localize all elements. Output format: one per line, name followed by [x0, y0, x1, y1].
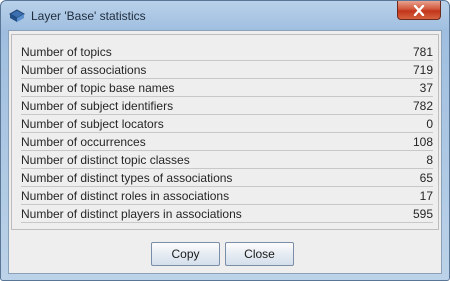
- stat-row-subject-locators: Number of subject locators 0: [21, 115, 433, 133]
- dialog-content: Number of topics 781 Number of associati…: [8, 30, 442, 274]
- stat-value: 595: [412, 207, 433, 221]
- stat-row-associations: Number of associations 719: [21, 61, 433, 79]
- stat-label: Number of distinct roles in associations: [21, 189, 230, 203]
- statistics-dialog: Layer 'Base' statistics Number of topics…: [0, 0, 450, 281]
- stat-row-subject-identifiers: Number of subject identifiers 782: [21, 97, 433, 115]
- stat-value: 37: [419, 81, 433, 95]
- stat-row-association-roles: Number of distinct roles in associations…: [21, 187, 433, 205]
- close-icon: [413, 4, 425, 16]
- statistics-panel: Number of topics 781 Number of associati…: [11, 34, 439, 230]
- title-bar[interactable]: Layer 'Base' statistics: [1, 1, 449, 30]
- stat-label: Number of occurrences: [21, 135, 146, 149]
- stat-label: Number of subject locators: [21, 117, 164, 131]
- close-button[interactable]: Close: [225, 242, 294, 266]
- stat-value: 8: [426, 153, 433, 167]
- stat-label: Number of distinct types of associations: [21, 171, 233, 185]
- stat-row-topic-base-names: Number of topic base names 37: [21, 79, 433, 97]
- stat-label: Number of distinct players in associatio…: [21, 207, 242, 221]
- stat-label: Number of topic base names: [21, 81, 175, 95]
- stat-value: 17: [419, 189, 433, 203]
- copy-button[interactable]: Copy: [151, 242, 220, 266]
- stat-value: 782: [412, 99, 433, 113]
- stat-row-association-types: Number of distinct types of associations…: [21, 169, 433, 187]
- stat-label: Number of topics: [21, 45, 112, 59]
- stat-value: 0: [426, 117, 433, 131]
- stat-value: 65: [419, 171, 433, 185]
- stat-row-occurrences: Number of occurrences 108: [21, 133, 433, 151]
- stat-label: Number of associations: [21, 63, 147, 77]
- stat-row-topic-classes: Number of distinct topic classes 8: [21, 151, 433, 169]
- window-close-button[interactable]: [397, 1, 441, 20]
- stat-row-association-players: Number of distinct players in associatio…: [21, 205, 433, 223]
- stat-label: Number of subject identifiers: [21, 99, 174, 113]
- stat-value: 719: [412, 63, 433, 77]
- stat-value: 108: [412, 135, 433, 149]
- stat-value: 781: [412, 45, 433, 59]
- stat-row-topics: Number of topics 781: [21, 43, 433, 61]
- window-title: Layer 'Base' statistics: [31, 9, 146, 23]
- stat-label: Number of distinct topic classes: [21, 153, 190, 167]
- topic-map-icon: [8, 9, 26, 23]
